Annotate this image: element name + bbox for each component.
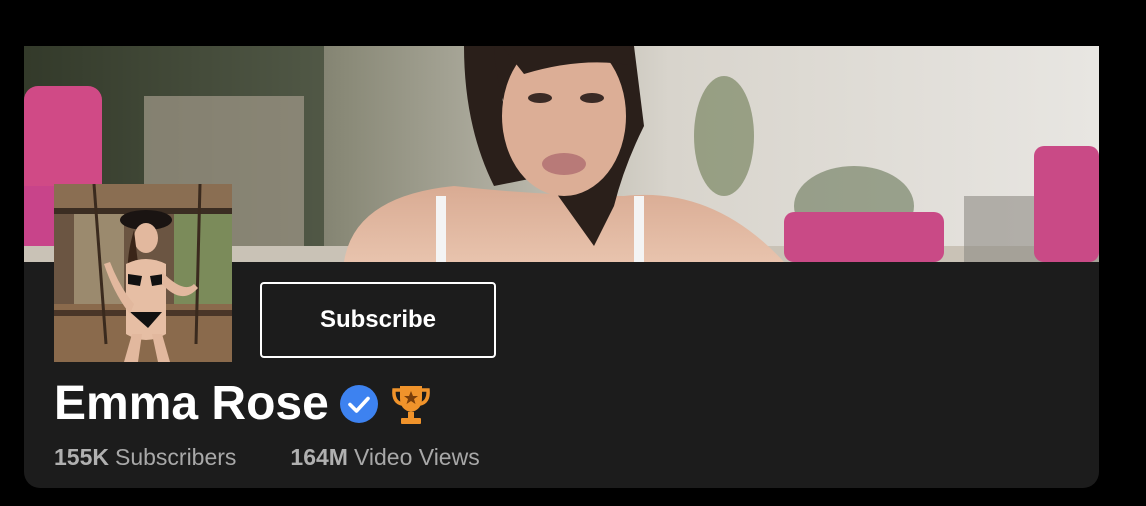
video-views-count: 164M Video Views <box>290 444 480 470</box>
channel-name: Emma Rose <box>54 377 329 430</box>
trophy-icon <box>391 382 431 426</box>
subscribe-button[interactable]: Subscribe <box>260 282 496 358</box>
channel-stats: 155K Subscribers 164M Video Views <box>54 444 480 471</box>
channel-header-card: Subscribe Emma Rose 155K Subscribers 164… <box>24 46 1099 488</box>
channel-name-row: Emma Rose <box>54 376 431 432</box>
subscriber-count: 155K Subscribers <box>54 444 237 470</box>
verified-check-icon <box>339 384 379 424</box>
channel-avatar[interactable] <box>54 184 232 362</box>
